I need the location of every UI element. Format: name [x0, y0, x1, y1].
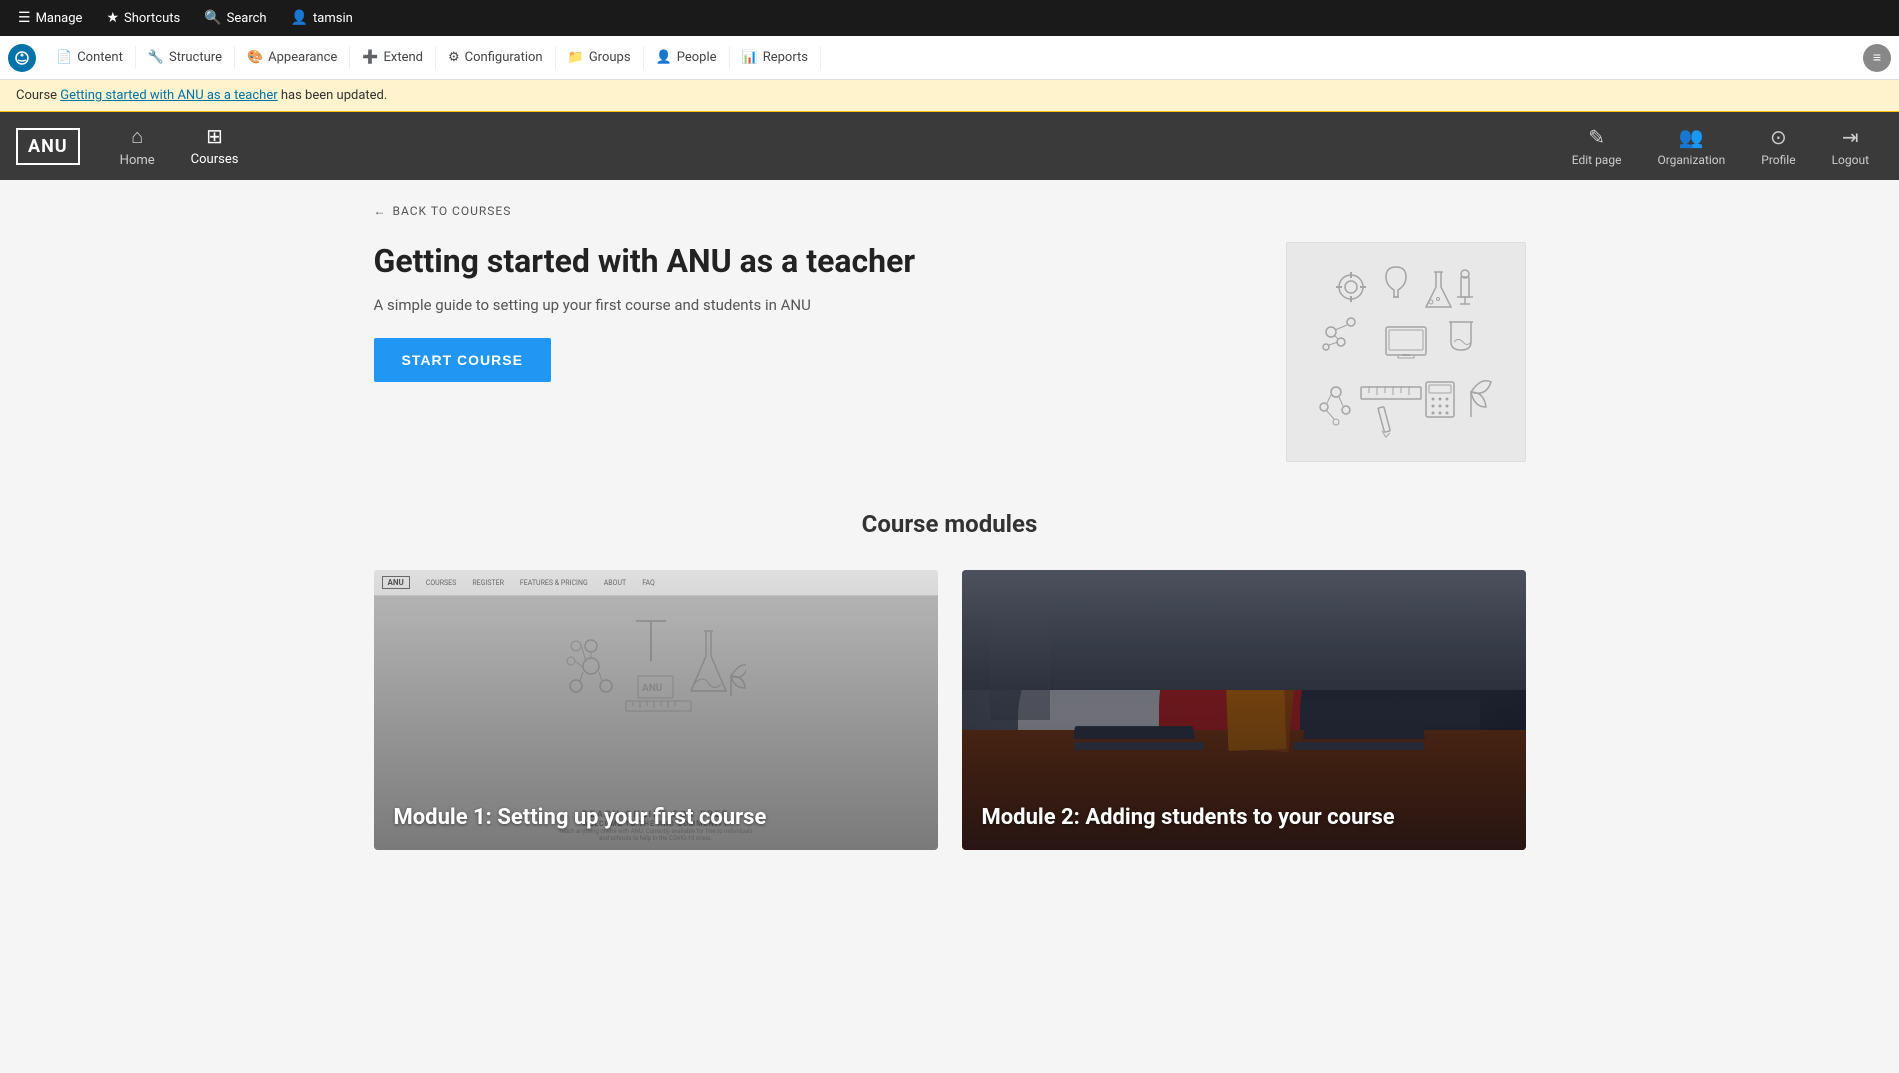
- module-card-1[interactable]: ANU COURSES REGISTER FEATURES & PRICING …: [374, 570, 938, 850]
- username-label: tamsin: [313, 11, 353, 26]
- nav-courses[interactable]: ⊞ Courses: [175, 116, 255, 176]
- back-arrow-icon: ←: [374, 204, 387, 218]
- secondary-nav-reports[interactable]: 📊 Reports: [730, 46, 822, 69]
- edit-icon: ✎: [1588, 125, 1605, 149]
- reports-icon: 📊: [742, 50, 758, 65]
- secondary-nav-appearance[interactable]: 🎨 Appearance: [235, 46, 350, 69]
- notification-prefix: Course: [16, 88, 57, 103]
- manage-menu-item[interactable]: ☰ Manage: [8, 6, 92, 30]
- manage-label: Manage: [36, 11, 83, 26]
- module-2-content: Module 2: Adding students to your course: [962, 785, 1415, 850]
- profile-icon: ⊙: [1770, 125, 1787, 149]
- search-menu-item[interactable]: 🔍 Search: [194, 6, 276, 30]
- modules-grid: ANU COURSES REGISTER FEATURES & PRICING …: [374, 570, 1526, 850]
- groups-icon: 📁: [568, 50, 584, 65]
- course-image: [1286, 242, 1526, 462]
- star-icon: ★: [106, 10, 119, 26]
- extend-icon: ➕: [362, 50, 378, 65]
- organization-icon: 👥: [1679, 125, 1704, 149]
- appearance-icon: 🎨: [247, 50, 263, 65]
- site-nav-right: ✎ Edit page 👥 Organization ⊙ Profile ⇥ L…: [1558, 117, 1883, 175]
- organization-button[interactable]: 👥 Organization: [1643, 117, 1739, 175]
- secondary-nav-configuration[interactable]: ⚙ Configuration: [436, 46, 556, 69]
- logout-button[interactable]: ⇥ Logout: [1818, 117, 1883, 175]
- modules-title: Course modules: [374, 510, 1526, 538]
- nav-home[interactable]: ⌂ Home: [104, 116, 171, 176]
- page-icon: 📄: [56, 50, 72, 65]
- courses-icon: ⊞: [206, 124, 223, 148]
- notification-suffix: has been updated.: [281, 88, 387, 103]
- module-2-inner: Module 2: Adding students to your course: [962, 570, 1526, 850]
- notification-link[interactable]: Getting started with ANU as a teacher: [60, 88, 277, 103]
- admin-bar: ☰ Manage ★ Shortcuts 🔍 Search 👤 tamsin: [0, 0, 1899, 36]
- site-logo: ANU: [16, 128, 80, 165]
- structure-icon: 🔧: [148, 50, 164, 65]
- user-menu-item[interactable]: 👤 tamsin: [281, 6, 363, 30]
- config-icon: ⚙: [448, 50, 460, 65]
- start-course-button[interactable]: START COURSE: [374, 338, 551, 382]
- shortcuts-label: Shortcuts: [124, 11, 180, 26]
- course-info: Getting started with ANU as a teacher A …: [374, 242, 1246, 382]
- back-to-courses-link[interactable]: ← BACK TO COURSES: [374, 204, 1526, 218]
- module-1-title: Module 1: Setting up your first course: [394, 805, 767, 830]
- module-1-content: Module 1: Setting up your first course: [374, 785, 787, 850]
- site-nav: ANU ⌂ Home ⊞ Courses ✎ Edit page 👥 Organ…: [0, 112, 1899, 180]
- site-nav-items: ⌂ Home ⊞ Courses: [104, 116, 255, 176]
- search-icon: 🔍: [204, 10, 221, 26]
- secondary-nav-people[interactable]: 👤 People: [644, 46, 730, 69]
- home-icon: ⌂: [131, 124, 143, 149]
- shortcuts-menu-item[interactable]: ★ Shortcuts: [96, 6, 190, 30]
- edit-page-button[interactable]: ✎ Edit page: [1558, 117, 1636, 175]
- module-1-inner: ANU COURSES REGISTER FEATURES & PRICING …: [374, 570, 938, 850]
- user-icon: 👤: [291, 10, 308, 26]
- people-icon: 👤: [656, 50, 672, 65]
- notification-bar: Course Getting started with ANU as a tea…: [0, 80, 1899, 112]
- science-illustration-svg: [1306, 252, 1506, 452]
- page-content: ← BACK TO COURSES Getting started with A…: [350, 180, 1550, 874]
- secondary-nav: 📄 Content 🔧 Structure 🎨 Appearance ➕ Ext…: [0, 36, 1899, 80]
- drupal-logo: [8, 44, 36, 72]
- logout-icon: ⇥: [1842, 125, 1859, 149]
- hamburger-icon: ☰: [18, 10, 31, 26]
- module-card-2[interactable]: Module 2: Adding students to your course: [962, 570, 1526, 850]
- admin-avatar: ≡: [1863, 44, 1891, 72]
- search-label: Search: [227, 11, 267, 26]
- course-header: Getting started with ANU as a teacher A …: [374, 242, 1526, 462]
- course-title: Getting started with ANU as a teacher: [374, 242, 1246, 280]
- module-2-title: Module 2: Adding students to your course: [982, 805, 1395, 830]
- secondary-nav-groups[interactable]: 📁 Groups: [556, 46, 644, 69]
- secondary-nav-content[interactable]: 📄 Content: [44, 46, 136, 69]
- secondary-nav-extend[interactable]: ➕ Extend: [350, 46, 436, 69]
- course-description: A simple guide to setting up your first …: [374, 296, 1246, 314]
- secondary-nav-structure[interactable]: 🔧 Structure: [136, 46, 235, 69]
- profile-button[interactable]: ⊙ Profile: [1747, 117, 1809, 175]
